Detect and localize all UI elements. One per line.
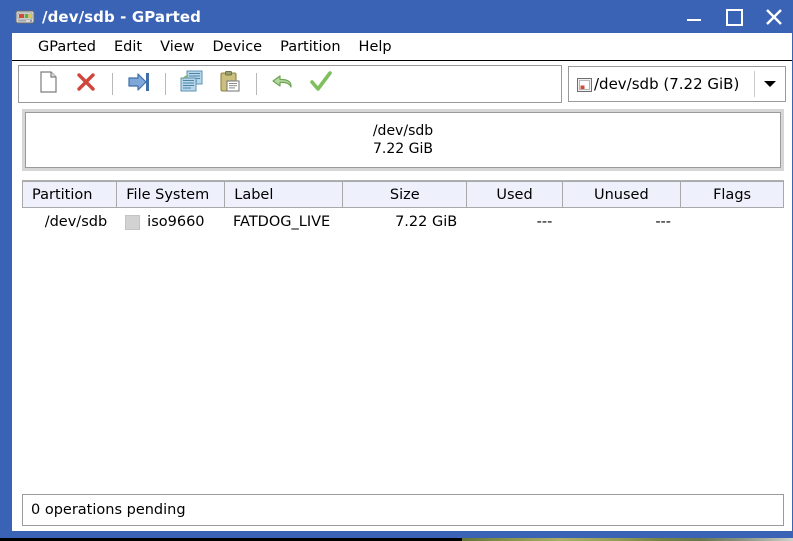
cell-unused: --- (655, 214, 672, 230)
toolbar-separator (112, 73, 113, 95)
partition-graphic-sdb[interactable]: /dev/sdb 7.22 GiB (25, 112, 781, 168)
cell-label: FATDOG_LIVE (233, 214, 331, 230)
device-selector[interactable]: /dev/sdb (7.22 GiB) (568, 66, 786, 102)
column-header-label[interactable]: Label (225, 181, 344, 208)
menu-device[interactable]: Device (204, 37, 272, 57)
apply-check-icon (309, 70, 333, 98)
column-header-used[interactable]: Used (467, 181, 563, 208)
toolbar (18, 65, 562, 103)
toolbar-separator (165, 73, 166, 95)
resize-arrow-icon (127, 71, 151, 97)
partition-table-body: /dev/sdb iso9660 FATDOG_LIVE 7.22 GiB --… (22, 208, 784, 488)
column-header-partition[interactable]: Partition (22, 181, 118, 208)
toolbar-separator (256, 73, 257, 95)
menu-help[interactable]: Help (350, 37, 401, 57)
copy-button[interactable] (173, 67, 211, 101)
close-icon[interactable] (763, 6, 785, 28)
menu-bar: GParted Edit View Device Partition Help (12, 33, 792, 61)
window-title: /dev/sdb - GParted (42, 7, 202, 26)
column-header-unused[interactable]: Unused (562, 181, 682, 208)
apply-button[interactable] (302, 67, 340, 101)
minimize-icon[interactable] (683, 6, 705, 28)
cell-file-system-text: iso9660 (147, 214, 205, 230)
toolbar-row: /dev/sdb (7.22 GiB) (12, 61, 792, 106)
menu-partition[interactable]: Partition (271, 37, 349, 57)
resize-move-button[interactable] (120, 67, 158, 101)
menu-gparted[interactable]: GParted (29, 37, 105, 57)
column-header-size[interactable]: Size (343, 181, 468, 208)
partition-graphic-device: /dev/sdb (372, 123, 434, 139)
status-bar-text: 0 operations pending (31, 502, 186, 518)
copy-icon (178, 69, 206, 99)
cell-file-system: iso9660 (117, 208, 225, 236)
cell-used: --- (536, 214, 553, 230)
drive-icon (577, 77, 592, 92)
column-header-flags[interactable]: Flags (681, 181, 784, 208)
menu-edit[interactable]: Edit (105, 37, 151, 57)
delete-partition-button[interactable] (67, 67, 105, 101)
cell-flags (681, 208, 784, 236)
device-selector-label: /dev/sdb (7.22 GiB) (594, 75, 740, 93)
new-document-icon (37, 70, 59, 98)
menu-view[interactable]: View (151, 37, 203, 57)
disk-graphic-panel: /dev/sdb 7.22 GiB (22, 109, 784, 171)
title-bar[interactable]: /dev/sdb - GParted (6, 0, 793, 33)
window-client-area: GParted Edit View Device Partition Help (12, 33, 792, 531)
new-partition-button[interactable] (29, 67, 67, 101)
chevron-down-icon[interactable] (755, 67, 785, 101)
undo-button[interactable] (264, 67, 302, 101)
device-selector-value-area[interactable]: /dev/sdb (7.22 GiB) (569, 67, 754, 101)
partition-table: Partition File System Label Size Used Un… (22, 180, 784, 488)
partition-table-header: Partition File System Label Size Used Un… (22, 181, 784, 208)
window-controls (683, 6, 793, 28)
column-header-file-system[interactable]: File System (117, 181, 226, 208)
cell-partition: /dev/sdb (44, 214, 108, 230)
harddisk-icon (15, 7, 35, 27)
table-row[interactable]: /dev/sdb iso9660 FATDOG_LIVE 7.22 GiB --… (22, 208, 784, 236)
status-bar: 0 operations pending (22, 494, 784, 526)
filesystem-color-swatch (125, 214, 141, 230)
partition-graphic-size: 7.22 GiB (373, 141, 433, 157)
undo-arrow-icon (271, 71, 295, 97)
paste-clipboard-icon (218, 70, 242, 98)
gparted-window: /dev/sdb - GParted GParted Edit View Dev… (0, 0, 793, 538)
maximize-icon[interactable] (723, 6, 745, 28)
cell-size: 7.22 GiB (395, 214, 458, 230)
delete-x-icon (75, 71, 97, 97)
paste-button[interactable] (211, 67, 249, 101)
